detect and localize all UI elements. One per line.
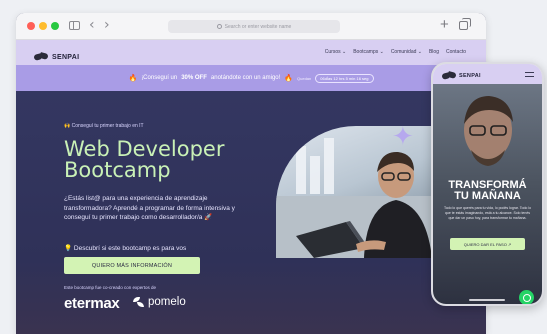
site-navbar: SENPAI academy Cursos ⌄ Bootcamps ⌄ Comu… (16, 40, 486, 68)
senpai-logo-icon (442, 71, 456, 81)
search-icon (216, 24, 222, 29)
browser-toolbar: ‹ › Search or enter website name + (16, 13, 486, 40)
pomelo-logo: pomelo (133, 296, 186, 308)
new-tab-icon[interactable]: + (440, 16, 449, 34)
whatsapp-icon[interactable] (519, 290, 534, 304)
address-placeholder: Search or enter website name (224, 23, 292, 30)
hero-tag: 🙌 Conseguí tu primer trabajo en IT (64, 123, 144, 129)
cocreated-text: Este bootcamp fue co-creado con expertos… (64, 285, 157, 290)
promo-banner[interactable]: 🔥 ¡Conseguí un 30% OFF anotándote con un… (16, 65, 486, 91)
menu-item-comunidad[interactable]: Comunidad ⌄ (391, 49, 422, 55)
fire-icon: 🔥 (128, 75, 138, 82)
forward-icon[interactable]: › (104, 17, 110, 33)
hero-description: ¿Estás list@ para una experiencia de apr… (64, 195, 235, 221)
tabs-icon[interactable] (459, 18, 471, 30)
sparkle-icon: ✦ (392, 122, 414, 152)
fire-icon: 🔥 (284, 75, 294, 82)
menu-item-contacto[interactable]: Contacto (446, 49, 466, 55)
phone-title: TRANSFORMÁ TU MAÑANA (433, 180, 542, 202)
promo-discount: 30% OFF (181, 75, 207, 81)
pomelo-logo-icon (133, 296, 145, 308)
promo-prefix: ¡Conseguí un (141, 75, 178, 81)
phone-mockup: SENPAI TRANSFORMÁ TU MAÑANA Todo lo que … (431, 62, 544, 306)
phone-navbar: SENPAI (433, 64, 542, 84)
phone-logo-text: SENPAI (459, 73, 481, 79)
menu-item-bootcamps[interactable]: Bootcamps ⌄ (353, 49, 384, 55)
phone-description: Todo lo que querés para tu vida, lo podé… (443, 206, 532, 220)
address-bar[interactable]: Search or enter website name (168, 20, 340, 33)
bulb-icon: 💡 (64, 245, 73, 252)
etermax-logo: etermax (64, 295, 120, 312)
promo-remaining-label: Quedan (297, 75, 312, 81)
discover-text: Descubrí si este bootcamp es para vos (73, 245, 187, 252)
back-icon[interactable]: ‹ (89, 17, 95, 33)
senpai-logo-icon (34, 52, 48, 62)
take-step-button[interactable]: QUIERO DAR EL PASO ↗ (450, 238, 525, 250)
title-line-2: Bootcamp (64, 158, 171, 182)
menu-item-cursos[interactable]: Cursos ⌄ (325, 49, 346, 55)
promo-countdown: 06dÍas 12 hrs 5 min 16 seg (315, 73, 374, 83)
close-window-button[interactable] (27, 22, 35, 30)
maximize-window-button[interactable] (51, 22, 59, 30)
page-title: Web Developer Bootcamp (64, 139, 224, 181)
browser-window: ‹ › Search or enter website name + SENPA… (16, 13, 486, 334)
phone-hero-portrait (464, 96, 513, 166)
pomelo-text: pomelo (148, 296, 186, 308)
phone-title-line-2: TU MAÑANA (454, 190, 521, 202)
hero-section: 🙌 Conseguí tu primer trabajo en IT Web D… (16, 91, 486, 334)
discover-line: 💡 Descubrí si este bootcamp es para vos (64, 244, 186, 252)
hands-emoji-icon: 🙌 (64, 123, 71, 129)
minimize-window-button[interactable] (39, 22, 47, 30)
menu-item-blog[interactable]: Blog (429, 49, 439, 55)
logo-text: SENPAI (52, 54, 80, 61)
promo-suffix: anotándote con un amigo! (210, 75, 281, 81)
home-indicator (469, 299, 505, 301)
more-info-button[interactable]: QUIERO MÁS INFORMACIÓN (64, 257, 200, 274)
hero-tag-text: Conseguí tu primer trabajo en IT (71, 123, 144, 129)
sidebar-icon[interactable] (69, 21, 80, 30)
phone-logo[interactable]: SENPAI (442, 71, 481, 81)
main-menu: Cursos ⌄ Bootcamps ⌄ Comunidad ⌄ Blog Co… (325, 49, 466, 55)
phone-hero: TRANSFORMÁ TU MAÑANA Todo lo que querés … (433, 84, 542, 304)
hamburger-icon[interactable] (525, 72, 534, 77)
